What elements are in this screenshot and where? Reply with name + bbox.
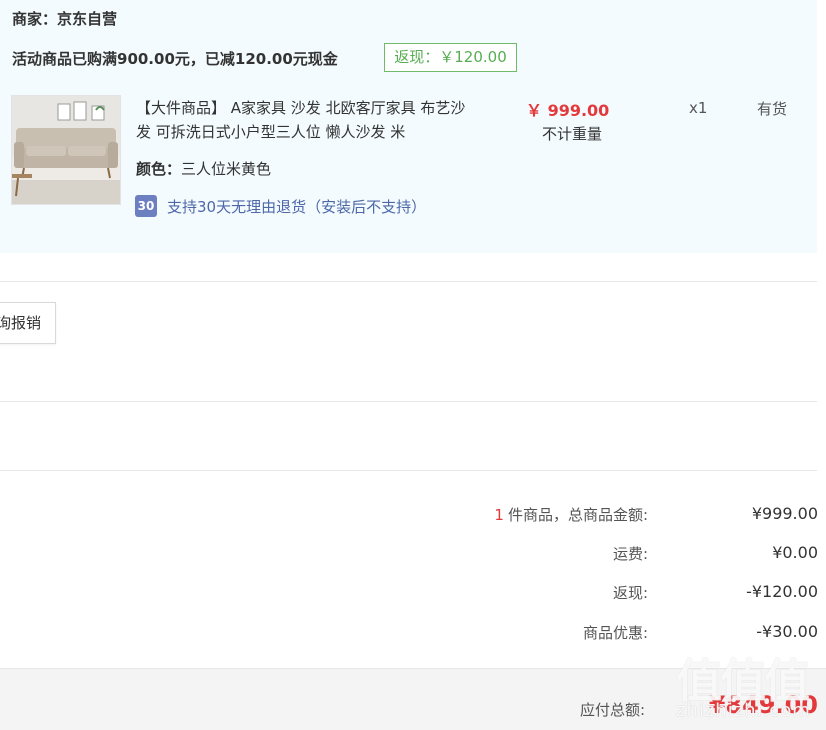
shipping-value: ¥0.00 [772, 543, 818, 562]
items-label-text: 件商品，总商品金额: [507, 506, 648, 524]
payable-label: 应付总额: [579, 701, 645, 719]
cashback-label: 返现: [612, 584, 648, 602]
cashback-value: -¥120.00 [746, 582, 818, 601]
stock-status: 有货 [757, 100, 788, 118]
weight-note: 不计重量 [542, 125, 603, 143]
promo-text: 活动商品已购满900.00元，已减120.00元现金 [12, 50, 338, 68]
product-thumbnail[interactable] [11, 95, 121, 205]
return-policy-text: 支持30天无理由退货（安装后不支持） [167, 197, 427, 216]
color-label: 颜色： [136, 160, 182, 178]
divider [0, 470, 817, 471]
product-color: 颜色：三人位米黄色 [136, 158, 271, 179]
return-policy[interactable]: 30 支持30天无理由退货（安装后不支持） [135, 195, 426, 217]
cashback-tag: 返现：￥120.00 [384, 43, 517, 72]
divider [0, 281, 817, 282]
shipping-label: 运费: [612, 545, 648, 563]
divider [0, 401, 817, 402]
thirty-day-return-icon: 30 [135, 195, 157, 217]
product-price: ￥ 999.00 [526, 101, 610, 120]
product-quantity: x1 [689, 99, 708, 117]
items-total-value: ¥999.00 [751, 504, 818, 523]
payable-value: ¥849.00 [708, 691, 818, 719]
store-block: 商家：京东自营 活动商品已购满900.00元，已减120.00元现金 返现：￥1… [0, 0, 817, 253]
summary-shipping-row: 运费: ¥0.00 [0, 543, 818, 567]
merchant-name: 商家：京东自营 [12, 10, 118, 28]
summary-discount-row: 商品优惠: -¥30.00 [0, 622, 818, 646]
items-total-label: 1 件商品，总商品金额: [494, 504, 648, 525]
summary-items-row: 1 件商品，总商品金额: ¥999.00 [0, 504, 818, 528]
report-button[interactable]: 询报销 [0, 302, 56, 344]
summary-cashback-row: 返现: -¥120.00 [0, 582, 818, 606]
order-checkout-page: 商家：京东自营 活动商品已购满900.00元，已减120.00元现金 返现：￥1… [0, 0, 826, 730]
color-value: 三人位米黄色 [181, 160, 272, 178]
discount-label: 商品优惠: [582, 624, 648, 642]
item-count: 1 [494, 506, 504, 524]
payable-total-bar: 应付总额: ¥849.00 [0, 668, 826, 730]
product-title-link[interactable]: 【大件商品】 A家家具 沙发 北欧客厅家具 布艺沙发 可拆洗日式小户型三人位 懒… [136, 96, 466, 144]
sofa-image [12, 96, 120, 204]
discount-value: -¥30.00 [756, 622, 818, 641]
